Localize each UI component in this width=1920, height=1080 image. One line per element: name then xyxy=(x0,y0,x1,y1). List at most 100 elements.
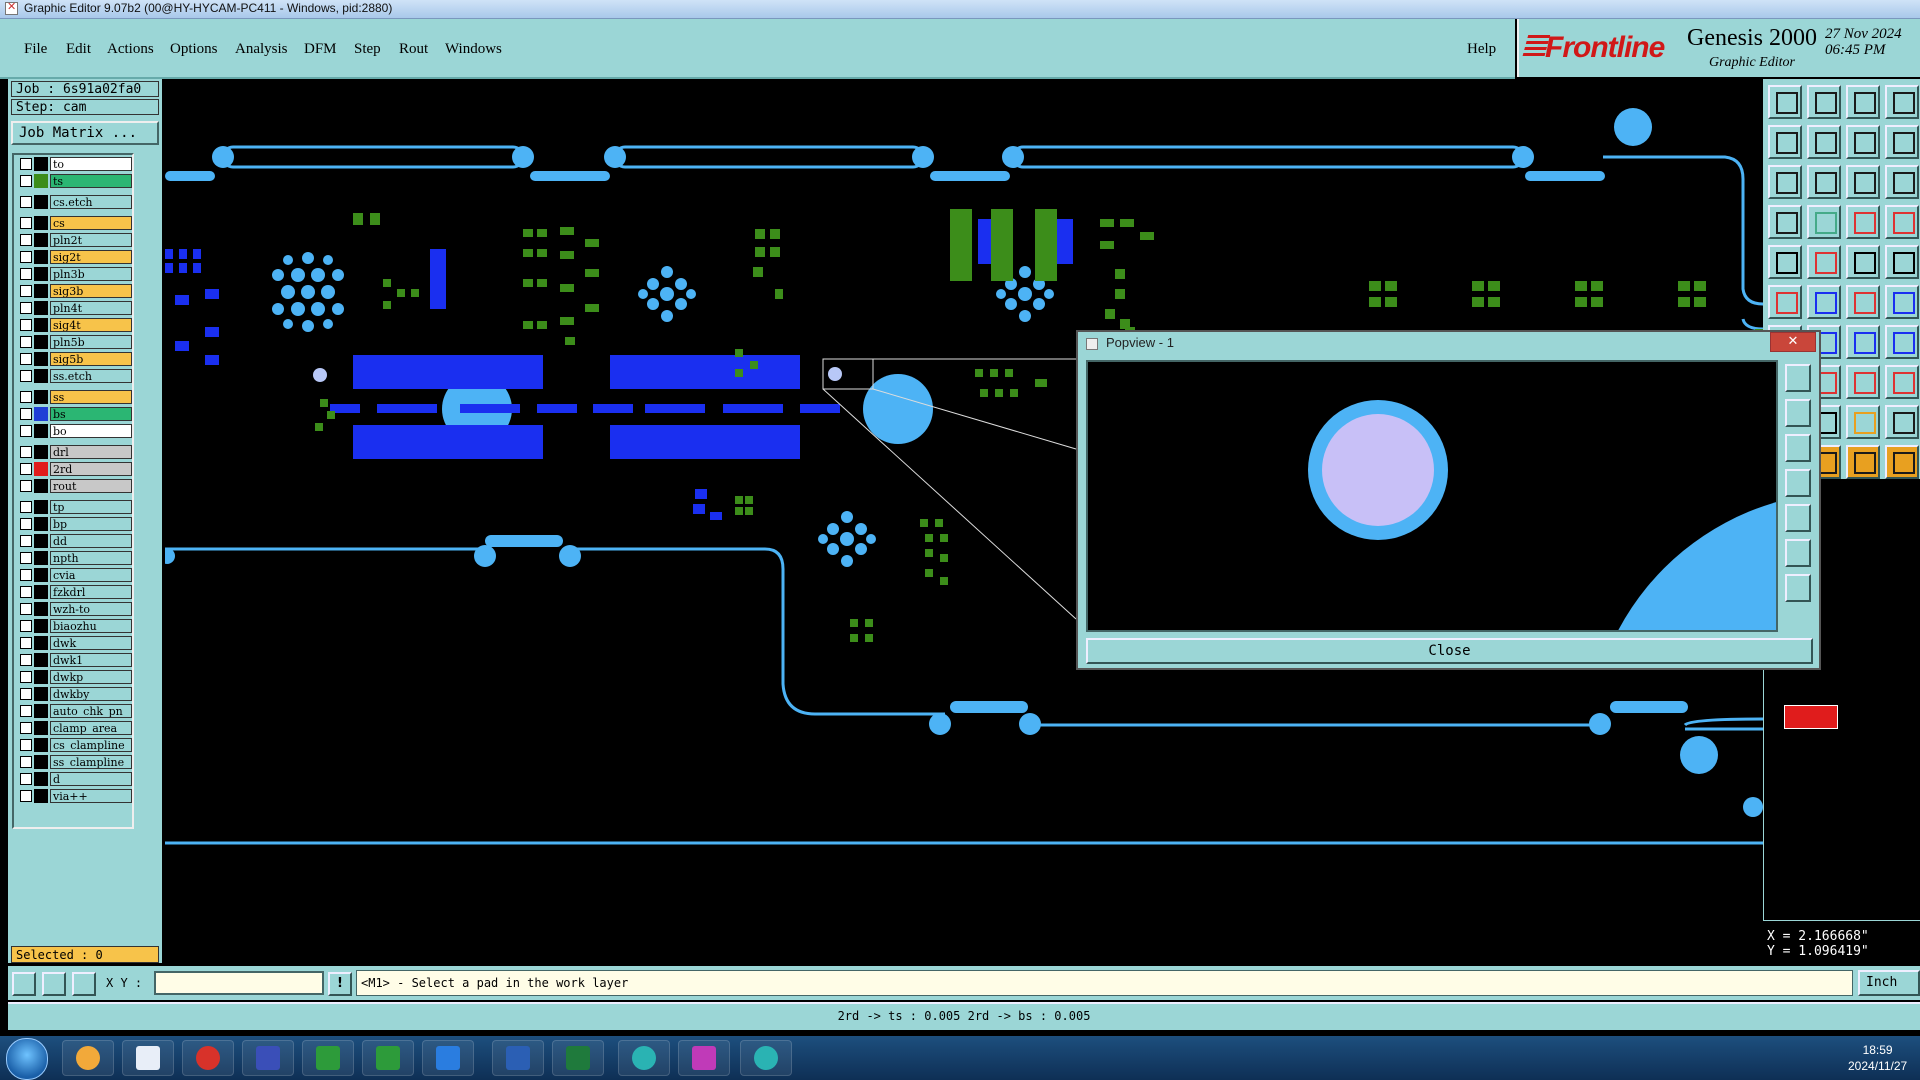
layer-row[interactable]: ts xyxy=(18,174,132,188)
layer-row[interactable]: cs xyxy=(18,216,132,230)
tool-button[interactable] xyxy=(1768,245,1802,279)
layer-color-swatch[interactable] xyxy=(34,721,48,735)
layer-color-swatch[interactable] xyxy=(34,216,48,230)
layer-name[interactable]: biaozhu xyxy=(50,619,132,633)
layer-row[interactable]: npth xyxy=(18,551,132,565)
layer-checkbox[interactable] xyxy=(20,552,32,564)
layer-color-swatch[interactable] xyxy=(34,772,48,786)
taskbar-green-app2-icon[interactable] xyxy=(362,1040,414,1076)
taskbar-clock[interactable]: 18:59 2024/11/27 xyxy=(1848,1042,1907,1074)
layer-checkbox[interactable] xyxy=(20,353,32,365)
layer-name[interactable]: wzh-to xyxy=(50,602,132,616)
layer-color-swatch[interactable] xyxy=(34,551,48,565)
layer-color-swatch[interactable] xyxy=(34,479,48,493)
layer-row[interactable]: cvia xyxy=(18,568,132,582)
taskbar-notepad-icon[interactable] xyxy=(122,1040,174,1076)
layer-row[interactable]: bp xyxy=(18,517,132,531)
layer-name[interactable]: bs xyxy=(50,407,132,421)
layer-checkbox[interactable] xyxy=(20,391,32,403)
popview-tool-button[interactable] xyxy=(1785,434,1811,462)
layer-row[interactable]: rout xyxy=(18,479,132,493)
layer-row[interactable]: auto_chk_pn xyxy=(18,704,132,718)
layer-checkbox[interactable] xyxy=(20,463,32,475)
tool-button[interactable] xyxy=(1807,125,1841,159)
layer-row[interactable]: d xyxy=(18,772,132,786)
layer-name[interactable]: npth xyxy=(50,551,132,565)
layer-color-swatch[interactable] xyxy=(34,687,48,701)
layer-color-swatch[interactable] xyxy=(34,174,48,188)
layer-checkbox[interactable] xyxy=(20,446,32,458)
layer-row[interactable]: bs xyxy=(18,407,132,421)
units-selector[interactable]: Inch xyxy=(1858,970,1920,996)
layer-row[interactable]: dwk1 xyxy=(18,653,132,667)
layer-row[interactable]: drl xyxy=(18,445,132,459)
layer-name[interactable]: pln2t xyxy=(50,233,132,247)
menu-actions[interactable]: Actions xyxy=(107,41,154,58)
tool-button[interactable] xyxy=(1885,285,1919,319)
layer-row[interactable]: fzkdrl xyxy=(18,585,132,599)
taskbar-save-icon[interactable] xyxy=(242,1040,294,1076)
layer-color-swatch[interactable] xyxy=(34,424,48,438)
layer-row[interactable]: dwk xyxy=(18,636,132,650)
layer-row[interactable]: pln4t xyxy=(18,301,132,315)
layer-name[interactable]: ts xyxy=(50,174,132,188)
layer-row[interactable]: via++ xyxy=(18,789,132,803)
grid-icon[interactable] xyxy=(72,972,96,996)
layer-name[interactable]: bo xyxy=(50,424,132,438)
tool-button[interactable] xyxy=(1807,245,1841,279)
layer-row[interactable]: cs.etch xyxy=(18,195,132,209)
layer-name[interactable]: sig3b xyxy=(50,284,132,298)
layer-color-swatch[interactable] xyxy=(34,195,48,209)
tool-button[interactable] xyxy=(1807,205,1841,239)
tool-button[interactable] xyxy=(1885,85,1919,119)
tool-button[interactable] xyxy=(1807,285,1841,319)
tool-button[interactable] xyxy=(1768,165,1802,199)
layer-color-swatch[interactable] xyxy=(34,738,48,752)
layer-checkbox[interactable] xyxy=(20,408,32,420)
layer-color-swatch[interactable] xyxy=(34,250,48,264)
popview-tool-button[interactable] xyxy=(1785,399,1811,427)
layer-checkbox[interactable] xyxy=(20,637,32,649)
popview-tool-button[interactable] xyxy=(1785,574,1811,602)
layer-color-swatch[interactable] xyxy=(34,602,48,616)
layer-checkbox[interactable] xyxy=(20,654,32,666)
layer-name[interactable]: drl xyxy=(50,445,132,459)
taskbar-excel-icon[interactable] xyxy=(552,1040,604,1076)
taskbar-green-app-icon[interactable] xyxy=(302,1040,354,1076)
menu-help[interactable]: Help xyxy=(1467,41,1496,58)
layer-color-swatch[interactable] xyxy=(34,301,48,315)
tool-button[interactable] xyxy=(1768,205,1802,239)
layer-row[interactable]: ss.etch xyxy=(18,369,132,383)
menu-analysis[interactable]: Analysis xyxy=(235,41,288,58)
layer-checkbox[interactable] xyxy=(20,425,32,437)
tool-button[interactable] xyxy=(1846,125,1880,159)
layer-name[interactable]: pln3b xyxy=(50,267,132,281)
layer-name[interactable]: 2rd xyxy=(50,462,132,476)
layer-name[interactable]: dwkby xyxy=(50,687,132,701)
layer-color-swatch[interactable] xyxy=(34,704,48,718)
layer-row[interactable]: sig5b xyxy=(18,352,132,366)
taskbar-arrow-app-icon[interactable] xyxy=(422,1040,474,1076)
layer-name[interactable]: bp xyxy=(50,517,132,531)
layer-color-swatch[interactable] xyxy=(34,407,48,421)
layer-row[interactable]: bo xyxy=(18,424,132,438)
layer-checkbox[interactable] xyxy=(20,620,32,632)
layer-color-swatch[interactable] xyxy=(34,619,48,633)
layer-name[interactable]: tp xyxy=(50,500,132,514)
tool-button[interactable] xyxy=(1846,365,1880,399)
tool-button[interactable] xyxy=(1885,365,1919,399)
tool-button[interactable] xyxy=(1885,325,1919,359)
popview-close-button[interactable]: Close xyxy=(1086,638,1813,664)
layer-name[interactable]: pln4t xyxy=(50,301,132,315)
layer-name[interactable]: pln5b xyxy=(50,335,132,349)
layer-checkbox[interactable] xyxy=(20,535,32,547)
layer-name[interactable]: cs.etch xyxy=(50,195,132,209)
tool-button[interactable] xyxy=(1768,85,1802,119)
layer-checkbox[interactable] xyxy=(20,285,32,297)
menu-rout[interactable]: Rout xyxy=(399,41,428,58)
layer-checkbox[interactable] xyxy=(20,773,32,785)
layer-checkbox[interactable] xyxy=(20,217,32,229)
taskbar-eye-app2-icon[interactable] xyxy=(740,1040,792,1076)
layer-row[interactable]: cs_clampline xyxy=(18,738,132,752)
layer-checkbox[interactable] xyxy=(20,756,32,768)
